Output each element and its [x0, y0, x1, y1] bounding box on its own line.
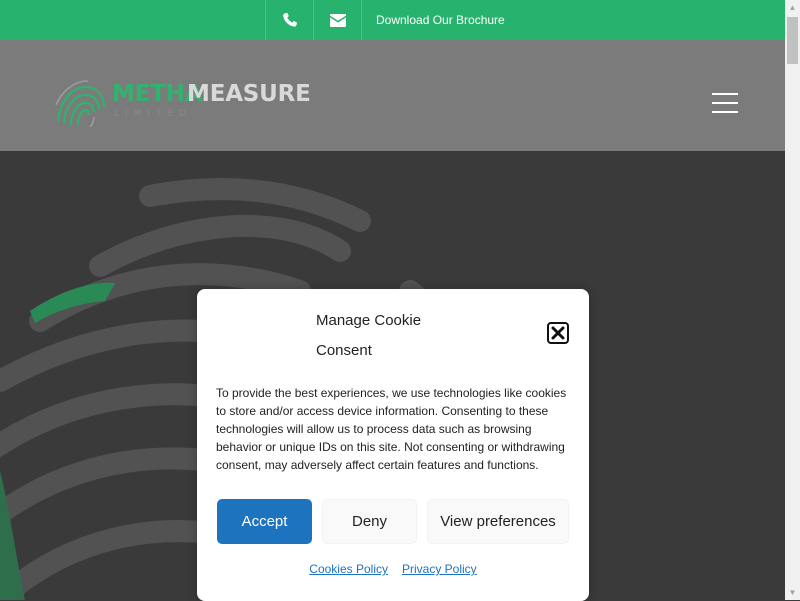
scroll-down-arrow-icon[interactable]: ▼ — [785, 585, 800, 600]
dialog-title-line1: Manage Cookie — [316, 312, 422, 329]
envelope-icon — [329, 13, 346, 27]
close-button[interactable] — [547, 322, 569, 344]
consent-message: To provide the best experiences, we use … — [216, 386, 567, 472]
scroll-up-arrow-icon[interactable]: ▲ — [785, 0, 800, 15]
dialog-title-line2: Consent — [316, 342, 372, 359]
page-scrollbar[interactable]: ▲ ▼ — [785, 0, 800, 600]
top-contact-bar: Download Our Brochure — [0, 0, 785, 40]
dialog-title: Manage Cookie Consent — [316, 306, 446, 366]
logo-word-measure: MEASURE — [187, 81, 311, 107]
site-logo[interactable]: METHA MEASURE LIMITED — [54, 77, 311, 131]
download-brochure-link[interactable]: Download Our Brochure — [361, 0, 519, 40]
accept-button[interactable]: Accept — [217, 499, 312, 544]
scrollbar-thumb[interactable] — [787, 17, 798, 64]
email-link[interactable] — [313, 0, 361, 40]
menu-line — [712, 102, 738, 104]
close-icon — [547, 322, 569, 344]
privacy-policy-link[interactable]: Privacy Policy — [402, 562, 477, 576]
site-header: METHA MEASURE LIMITED — [0, 40, 785, 151]
phone-icon — [282, 13, 297, 27]
logo-subtitle: LIMITED — [114, 109, 193, 119]
deny-button[interactable]: Deny — [322, 499, 417, 544]
menu-line — [712, 93, 738, 95]
hamburger-menu-icon[interactable] — [712, 93, 740, 115]
menu-line — [712, 111, 738, 113]
fingerprint-logo-icon — [55, 80, 106, 127]
cookies-policy-link[interactable]: Cookies Policy — [309, 562, 388, 576]
phone-link[interactable] — [265, 0, 313, 40]
policy-links: Cookies Policy Privacy Policy — [197, 562, 589, 576]
view-preferences-button[interactable]: View preferences — [427, 499, 569, 544]
cookie-consent-dialog: Manage Cookie Consent To provide the bes… — [197, 289, 589, 601]
